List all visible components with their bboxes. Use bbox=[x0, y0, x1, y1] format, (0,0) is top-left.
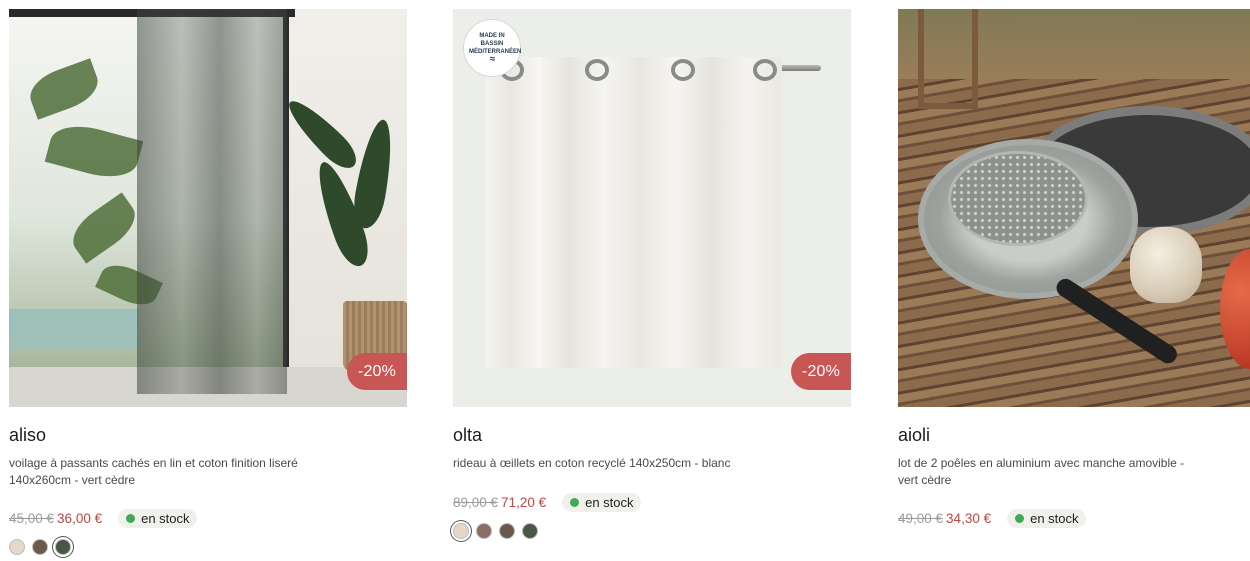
waves-icon: ≈ bbox=[489, 54, 495, 65]
scene-garlic bbox=[1130, 227, 1202, 303]
color-swatch[interactable] bbox=[9, 539, 25, 555]
stamp-text: MADE IN BASSIN MÉDITERRANÉEN bbox=[469, 33, 522, 55]
price-new: 71,20 € bbox=[501, 494, 547, 510]
color-swatch[interactable] bbox=[499, 523, 515, 539]
stock-label: en stock bbox=[1030, 510, 1079, 526]
color-swatches bbox=[453, 523, 851, 539]
discount-badge: -20% bbox=[791, 353, 851, 390]
product-description: lot de 2 poêles en aluminium avec manche… bbox=[898, 456, 1185, 487]
price-row: 45,00 € 36,00 € en stock bbox=[9, 507, 407, 529]
stock-dot-icon bbox=[1015, 513, 1025, 523]
stock-label: en stock bbox=[141, 510, 190, 526]
product-card-aliso[interactable]: -20% aliso voilage à passants cachés en … bbox=[9, 9, 407, 555]
price-old: 89,00 € bbox=[453, 494, 499, 510]
scene-curtain bbox=[486, 57, 782, 368]
product-card-olta[interactable]: MADE IN BASSIN MÉDITERRANÉEN ≈ -20% olta… bbox=[453, 9, 851, 539]
color-swatch[interactable] bbox=[453, 523, 469, 539]
discount-badge: -20% bbox=[347, 353, 407, 390]
product-description: rideau à œillets en coton recyclé 140x25… bbox=[453, 456, 731, 470]
scene-eyelet-ring bbox=[753, 59, 777, 81]
color-swatches bbox=[9, 539, 407, 555]
product-title[interactable]: aioli bbox=[898, 425, 1250, 446]
color-swatch[interactable] bbox=[55, 539, 71, 555]
product-description: voilage à passants cachés en lin et coto… bbox=[9, 456, 298, 487]
product-image-aliso[interactable]: -20% bbox=[9, 9, 407, 407]
scene-eyelet-ring bbox=[585, 59, 609, 81]
price-new: 36,00 € bbox=[57, 510, 103, 526]
stock-dot-icon bbox=[126, 513, 136, 523]
price-new: 34,30 € bbox=[946, 510, 992, 526]
stock-badge: en stock bbox=[118, 508, 197, 528]
scene-eyelet-ring bbox=[671, 59, 695, 81]
product-title[interactable]: aliso bbox=[9, 425, 407, 446]
price-row: 49,00 € 34,30 € en stock bbox=[898, 507, 1250, 529]
product-card-aioli[interactable]: aioli lot de 2 poêles en aluminium avec … bbox=[898, 9, 1250, 529]
scene-pan-base bbox=[948, 151, 1088, 246]
stock-badge: en stock bbox=[1007, 508, 1086, 528]
price-old: 45,00 € bbox=[9, 510, 55, 526]
product-image-aioli[interactable] bbox=[898, 9, 1250, 407]
scene-pool bbox=[9, 309, 139, 349]
scene-chair bbox=[918, 9, 978, 109]
stock-dot-icon bbox=[570, 497, 580, 507]
price-row: 89,00 € 71,20 € en stock bbox=[453, 491, 851, 513]
stock-label: en stock bbox=[585, 494, 634, 510]
scene-sheer-curtain bbox=[137, 9, 287, 394]
color-swatch[interactable] bbox=[476, 523, 492, 539]
product-title[interactable]: olta bbox=[453, 425, 851, 446]
made-in-mediterranean-stamp: MADE IN BASSIN MÉDITERRANÉEN ≈ bbox=[463, 19, 521, 77]
color-swatch[interactable] bbox=[32, 539, 48, 555]
price-old: 49,00 € bbox=[898, 510, 944, 526]
stock-badge: en stock bbox=[562, 492, 641, 512]
product-image-olta[interactable]: MADE IN BASSIN MÉDITERRANÉEN ≈ -20% bbox=[453, 9, 851, 407]
color-swatch[interactable] bbox=[522, 523, 538, 539]
